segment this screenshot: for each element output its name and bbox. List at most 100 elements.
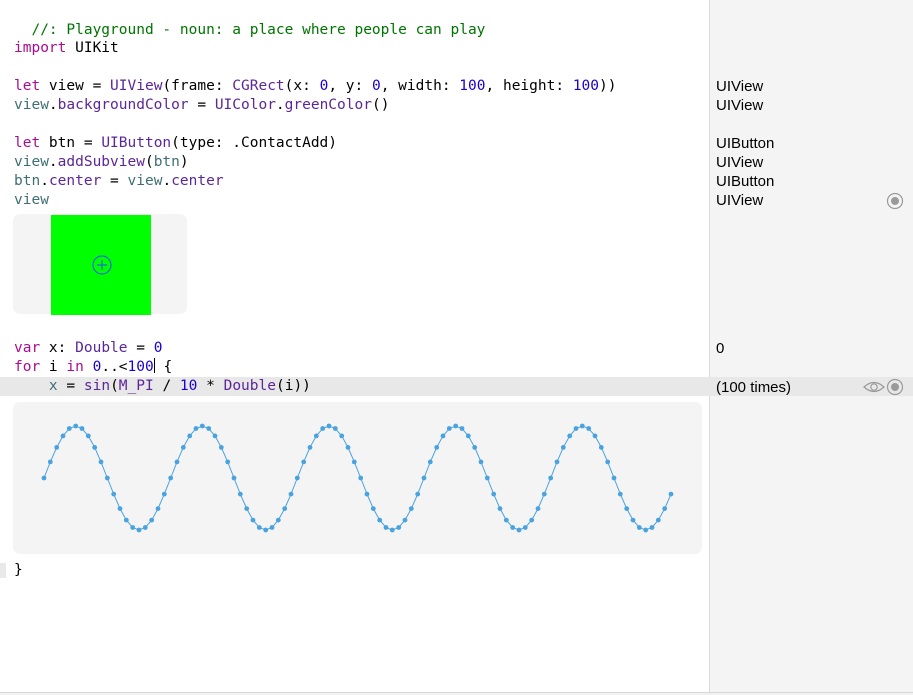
data-point bbox=[288, 491, 294, 497]
data-point bbox=[136, 527, 142, 533]
code-line-let-view[interactable]: let view = UIView(frame: CGRect(x: 0, y:… bbox=[14, 77, 616, 96]
result-uibutton[interactable]: UIButton bbox=[716, 134, 774, 153]
data-point bbox=[237, 491, 243, 497]
data-point bbox=[231, 475, 237, 481]
code-text: btn = bbox=[40, 135, 102, 151]
data-point bbox=[155, 506, 161, 511]
data-point bbox=[649, 525, 655, 530]
data-point bbox=[611, 475, 617, 481]
data-point bbox=[440, 433, 446, 439]
data-point bbox=[408, 506, 414, 511]
code-text: . bbox=[40, 173, 49, 189]
code-text: , y: bbox=[328, 78, 372, 94]
keyword: in bbox=[66, 359, 84, 375]
type-name: UIColor bbox=[214, 97, 276, 113]
data-point bbox=[225, 459, 231, 465]
code-text: = bbox=[57, 378, 84, 394]
code-line-close-brace[interactable]: } bbox=[14, 561, 23, 580]
data-point bbox=[339, 433, 345, 439]
result-loop-count[interactable]: (100 times) bbox=[716, 378, 791, 397]
code-text: . bbox=[48, 154, 58, 170]
data-point bbox=[47, 459, 53, 465]
data-point bbox=[630, 517, 636, 523]
data-point bbox=[402, 517, 408, 523]
comment-text: //: Playground - noun: a place where peo… bbox=[31, 22, 486, 38]
data-point bbox=[282, 506, 288, 511]
data-point bbox=[510, 525, 516, 530]
code-text: ( bbox=[110, 378, 119, 394]
code-line-for-loop[interactable]: for i in 0..<100 { bbox=[14, 358, 172, 377]
identifier: view bbox=[14, 97, 49, 113]
data-point bbox=[193, 426, 199, 431]
data-point bbox=[92, 445, 98, 450]
data-point bbox=[377, 517, 383, 523]
number: 100 bbox=[572, 78, 600, 94]
data-point bbox=[320, 426, 326, 431]
code-text: , width: bbox=[380, 78, 460, 94]
code-line-background-color[interactable]: view.backgroundColor = UIColor.greenColo… bbox=[14, 96, 389, 115]
data-point bbox=[79, 426, 85, 431]
result-uibutton[interactable]: UIButton bbox=[716, 172, 774, 191]
function-name: greenColor bbox=[284, 97, 372, 113]
code-line-add-subview[interactable]: view.addSubview(btn) bbox=[14, 153, 189, 172]
type-name: Double bbox=[75, 340, 128, 356]
type-name: UIView bbox=[110, 78, 163, 94]
code-text: (type: .ContactAdd) bbox=[171, 135, 338, 151]
data-point bbox=[453, 423, 459, 429]
data-point bbox=[548, 475, 554, 481]
code-text: x: bbox=[40, 340, 76, 356]
identifier: view bbox=[14, 154, 49, 170]
data-point bbox=[263, 527, 269, 533]
data-point bbox=[434, 445, 440, 450]
value-history-graph[interactable] bbox=[13, 402, 702, 554]
code-line-var-x[interactable]: var x: Double = 0 bbox=[14, 339, 162, 358]
data-point bbox=[85, 433, 91, 439]
data-point bbox=[427, 459, 433, 465]
data-point bbox=[459, 426, 465, 431]
code-text: = bbox=[127, 340, 154, 356]
quick-look-eye-icon[interactable] bbox=[863, 379, 885, 395]
data-point bbox=[149, 517, 155, 523]
data-point bbox=[522, 525, 528, 530]
data-point bbox=[497, 506, 503, 511]
editor-gutter bbox=[0, 0, 6, 695]
data-point bbox=[187, 433, 193, 439]
data-point bbox=[130, 525, 136, 530]
identifier: view bbox=[127, 173, 163, 189]
code-line-comment[interactable]: //: Playground - noun: a place where peo… bbox=[14, 2, 485, 38]
code-line-view[interactable]: view bbox=[14, 191, 49, 210]
show-result-circle-icon[interactable] bbox=[886, 192, 904, 210]
data-point bbox=[624, 506, 630, 511]
code-text: . bbox=[162, 173, 172, 189]
number: 0 bbox=[153, 340, 163, 356]
result-uiview[interactable]: UIView bbox=[716, 153, 763, 172]
keyword: let bbox=[14, 78, 41, 94]
data-point bbox=[535, 506, 541, 511]
data-point bbox=[478, 459, 484, 465]
data-point bbox=[643, 527, 649, 533]
result-uiview[interactable]: UIView bbox=[716, 96, 763, 115]
data-point bbox=[142, 525, 148, 530]
function-name: addSubview bbox=[57, 154, 145, 170]
result-uiview[interactable]: UIView bbox=[716, 77, 763, 96]
code-line-btn-center[interactable]: btn.center = view.center bbox=[14, 172, 224, 191]
code-text: = bbox=[101, 173, 128, 189]
code-line-sin[interactable]: x = sin(M_PI / 10 * Double(i)) bbox=[14, 377, 311, 396]
data-point bbox=[66, 426, 72, 431]
result-uiview[interactable]: UIView bbox=[716, 191, 763, 210]
code-text: ) bbox=[179, 154, 189, 170]
data-point bbox=[161, 491, 167, 497]
result-x-value[interactable]: 0 bbox=[716, 339, 724, 358]
data-point bbox=[579, 423, 585, 429]
number: 100 bbox=[459, 78, 486, 94]
data-point bbox=[605, 459, 611, 465]
data-point bbox=[294, 475, 300, 481]
data-point bbox=[370, 506, 376, 511]
show-result-circle-icon[interactable] bbox=[886, 378, 904, 396]
code-line-import[interactable]: import UIKit bbox=[14, 39, 119, 58]
property-name: center bbox=[171, 173, 224, 189]
sine-wave-plot bbox=[41, 423, 674, 533]
data-point bbox=[573, 426, 579, 431]
view-inline-preview[interactable] bbox=[13, 214, 187, 315]
code-line-let-btn[interactable]: let btn = UIButton(type: .ContactAdd) bbox=[14, 134, 337, 153]
